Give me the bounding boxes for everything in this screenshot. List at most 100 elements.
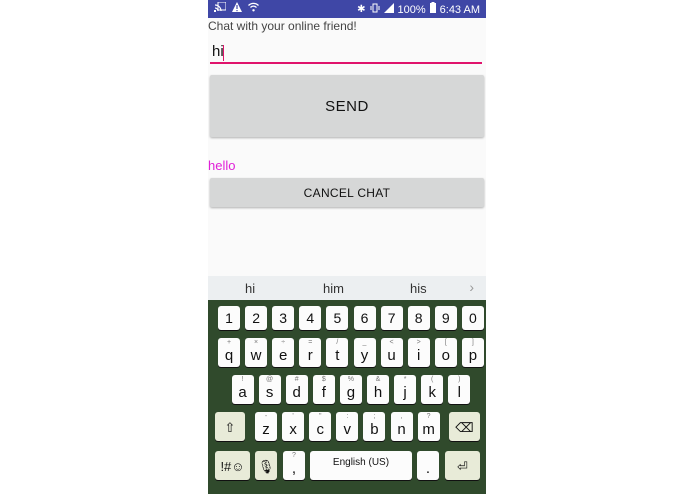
key-o[interactable]: [o <box>434 338 457 367</box>
mic-key[interactable]: 🎙 <box>255 451 277 480</box>
chevron-right-icon[interactable]: › <box>469 279 474 295</box>
key-i[interactable]: > i <box>407 338 430 367</box>
space-key[interactable]: English (US) <box>310 451 412 480</box>
key-9[interactable]: 9 <box>434 306 457 330</box>
key-k[interactable]: (k <box>421 375 444 404</box>
key-v[interactable]: :v <box>336 412 359 441</box>
battery-icon <box>429 2 436 18</box>
key-s[interactable]: @ s <box>258 375 281 404</box>
wifi-icon <box>248 2 259 17</box>
key-y[interactable]: _ y <box>353 338 376 367</box>
key-label: 1 <box>225 310 233 326</box>
key-label: 4 <box>306 310 315 326</box>
key-r[interactable]: = r <box>299 338 322 367</box>
key-f[interactable]: $ f <box>312 375 335 404</box>
key-hint: ! <box>241 376 244 383</box>
key-hint: % <box>347 376 354 383</box>
chat-prompt: Chat with your online friend! <box>208 19 357 33</box>
key-z[interactable]: -z <box>255 412 277 441</box>
key-label: k <box>428 384 436 401</box>
key-label: d <box>292 384 301 401</box>
key-u[interactable]: < u <box>380 338 403 367</box>
key-n[interactable]: ,n <box>390 412 413 441</box>
key-8[interactable]: 8 <box>407 306 430 330</box>
key-label: l <box>457 384 461 401</box>
warning-icon <box>232 2 242 17</box>
key-d[interactable]: # d <box>285 375 308 404</box>
key-hint: " <box>318 413 322 420</box>
battery-percent: 100% <box>397 4 426 16</box>
suggestion-2[interactable]: him <box>323 281 344 296</box>
key-label: g <box>346 384 356 401</box>
key-hint: ÷ <box>281 339 286 346</box>
key-hint: ; <box>373 413 376 420</box>
key-hint: * <box>403 376 407 383</box>
key-t[interactable]: / t <box>326 338 349 367</box>
key-label: q <box>224 347 234 364</box>
key-hint: # <box>294 376 299 383</box>
suggestion-bar: hi him his › <box>208 276 486 300</box>
key-5[interactable]: 5 <box>326 306 349 330</box>
key-0[interactable]: 0 <box>461 306 484 330</box>
suggestion-3[interactable]: his <box>410 281 427 296</box>
key-2[interactable]: 2 <box>245 306 268 330</box>
key-label: i <box>417 347 421 364</box>
key-label: 7 <box>387 310 396 326</box>
key-w[interactable]: × w <box>245 338 268 367</box>
cancel-chat-button[interactable]: CANCEL CHAT <box>210 178 484 207</box>
period-key[interactable]: . <box>417 451 439 480</box>
key-label: r <box>307 347 313 364</box>
key-j[interactable]: * j <box>394 375 417 404</box>
key-label: t <box>335 347 340 364</box>
key-g[interactable]: % g <box>339 375 362 404</box>
key-label: h <box>373 384 383 401</box>
key-b[interactable]: ; b <box>363 412 386 441</box>
key-hint: & <box>375 376 381 383</box>
enter-key[interactable]: ⏎ <box>445 451 480 480</box>
key-hint: ] <box>471 339 474 346</box>
key-a[interactable]: ! a <box>231 375 254 404</box>
soft-keyboard: 1 2 3 4 5 6 7 8 9 0 + q × w ÷ e = r / t _ y < u > i[o] p! a @ s # d $ f% g… <box>208 300 486 494</box>
key-x[interactable]: ' x <box>282 412 305 441</box>
key-label: c <box>316 421 324 438</box>
key-label: x <box>289 421 297 438</box>
vibrate-icon <box>370 3 380 18</box>
suggestion-1[interactable]: hi <box>245 281 255 296</box>
key-hint: _ <box>362 339 367 346</box>
key-3[interactable]: 3 <box>272 306 295 330</box>
key-label: 8 <box>414 310 423 326</box>
key-label: a <box>238 384 247 401</box>
key-m[interactable]: ? m <box>417 412 440 441</box>
key-label: y <box>360 347 369 364</box>
key-7[interactable]: 7 <box>380 306 403 330</box>
key-label: 2 <box>252 310 260 326</box>
comma-key[interactable]: ?, <box>283 451 305 480</box>
shift-key[interactable]: ⇧ <box>215 412 245 441</box>
key-l[interactable]: ) l <box>448 375 471 404</box>
key-hint: , <box>400 413 403 420</box>
key-6[interactable]: 6 <box>353 306 376 330</box>
key-hint: @ <box>266 376 274 383</box>
key-1[interactable]: 1 <box>218 306 240 330</box>
send-button[interactable]: SEND <box>210 75 484 137</box>
key-label: . <box>425 460 431 477</box>
received-message: hello <box>208 158 236 173</box>
key-h[interactable]: & h <box>367 375 389 404</box>
signal-icon <box>383 2 394 18</box>
key-label: j <box>403 384 407 401</box>
key-hint: $ <box>321 376 326 383</box>
key-label: w <box>250 347 262 364</box>
key-e[interactable]: ÷ e <box>272 338 295 367</box>
key-label: 5 <box>333 310 342 326</box>
key-4[interactable]: 4 <box>299 306 322 330</box>
key-p[interactable]: ] p <box>461 338 484 367</box>
message-input[interactable] <box>210 40 482 64</box>
text-cursor <box>223 45 224 61</box>
key-hint: ? <box>426 413 431 420</box>
key-hint: ( <box>431 376 434 383</box>
key-q[interactable]: + q <box>218 338 240 367</box>
key-c[interactable]: " c <box>309 412 332 441</box>
key-label: 9 <box>441 310 450 326</box>
symbols-key[interactable]: !#☺ <box>215 451 250 480</box>
backspace-key[interactable]: ⌫ <box>449 412 480 441</box>
